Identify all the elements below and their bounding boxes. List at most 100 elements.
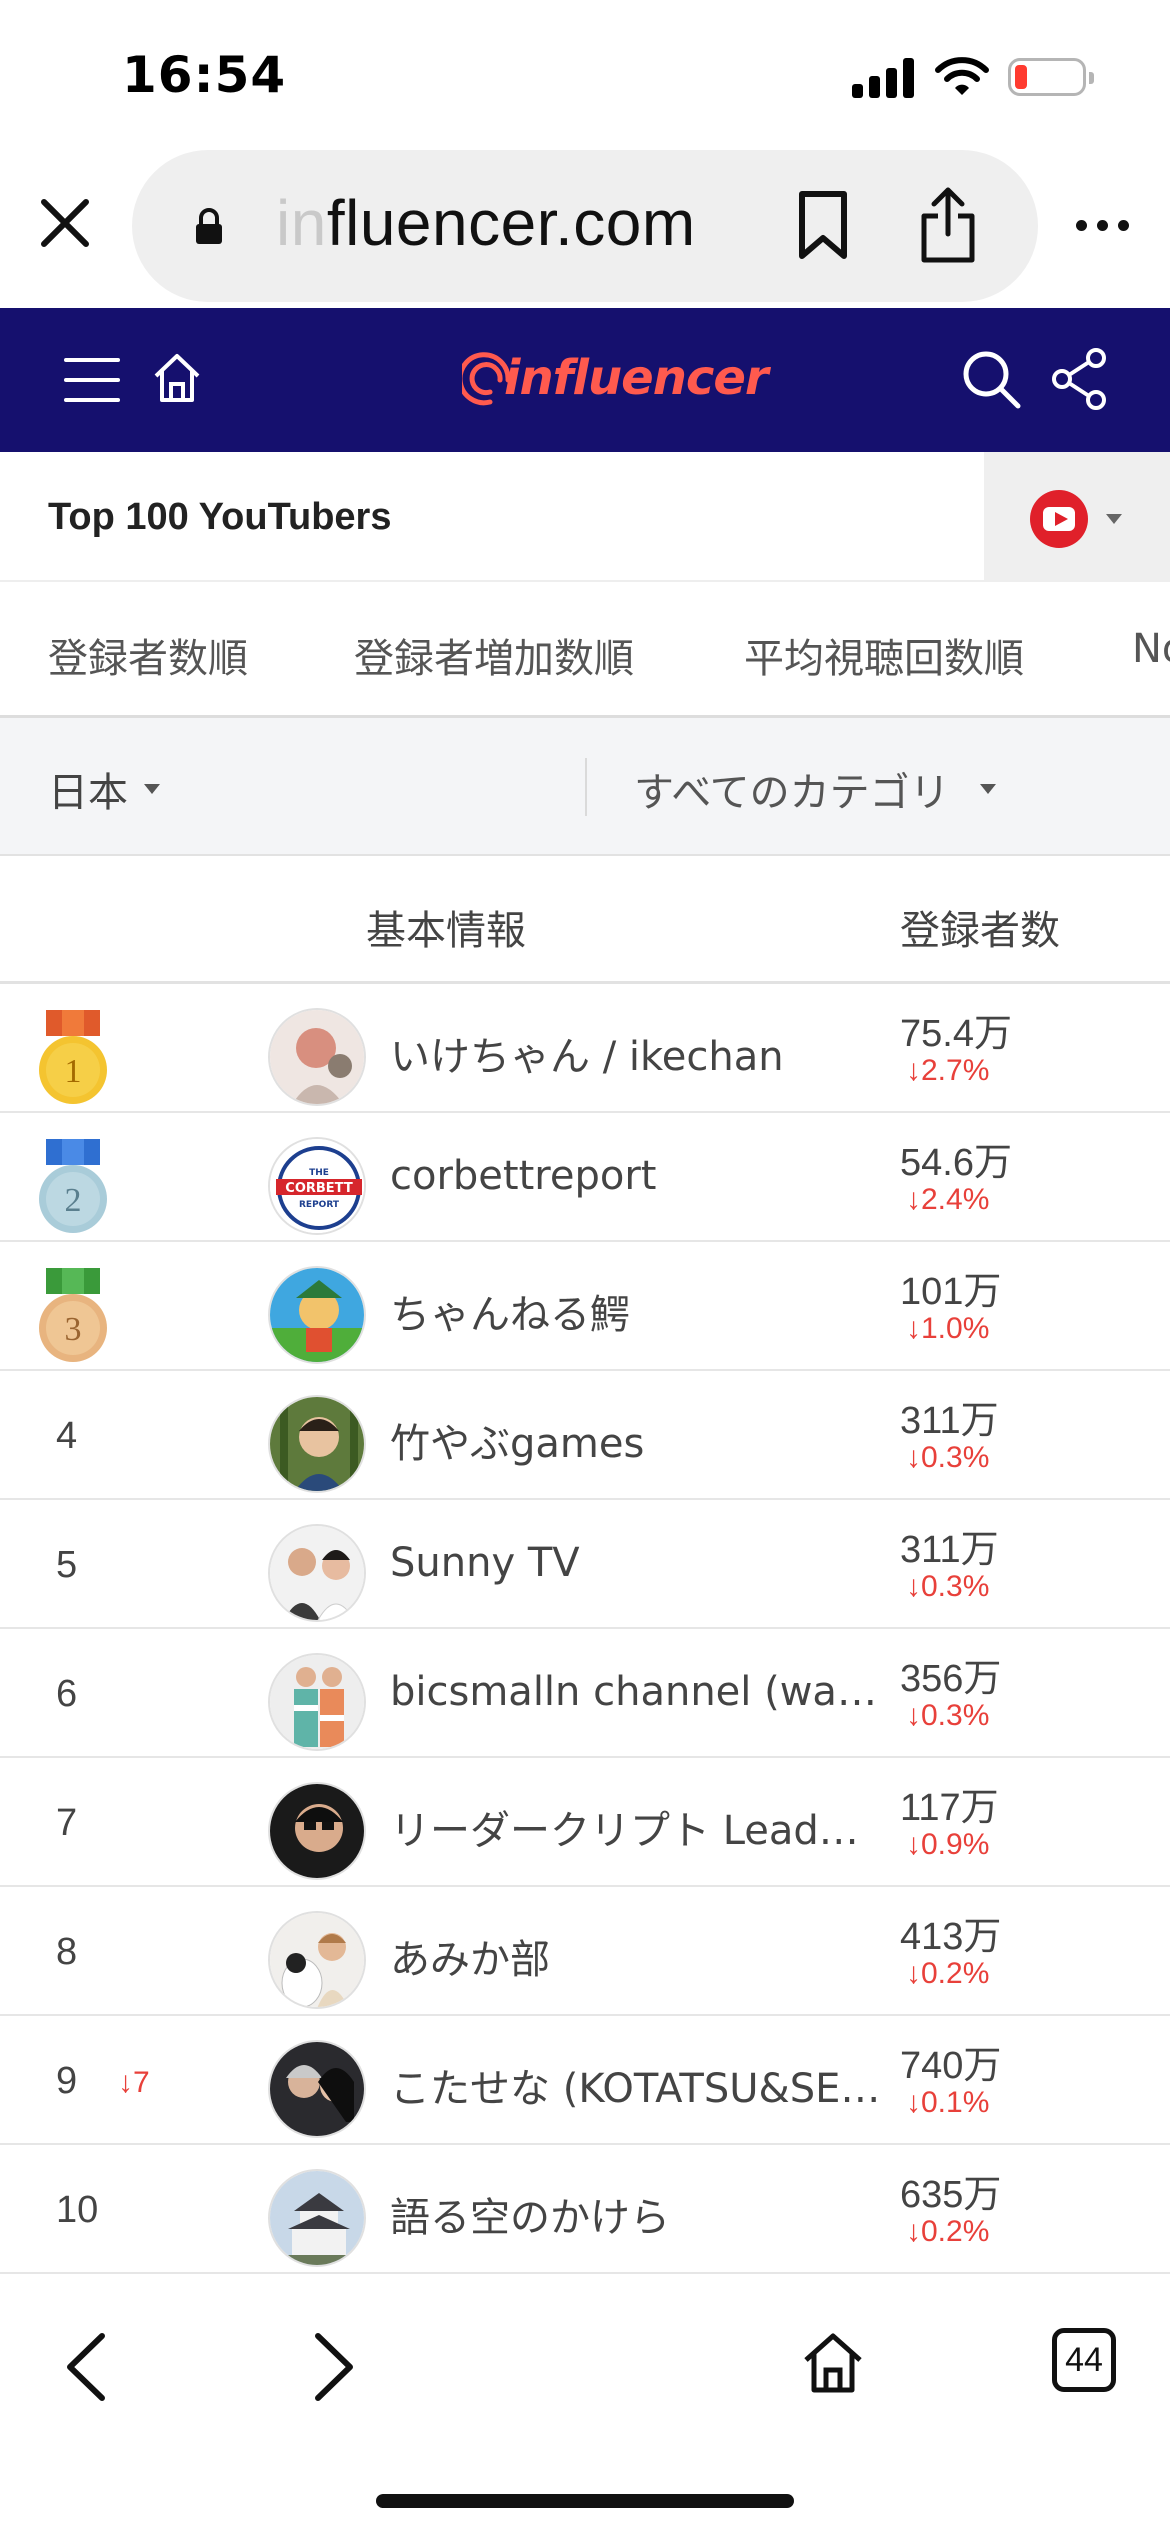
share-nodes-icon[interactable] (1050, 348, 1110, 410)
page-header: Top 100 YouTubers (0, 452, 1170, 582)
column-header-subscribers: 登録者数 (900, 908, 1060, 954)
arrow-down-icon: ↓ (906, 2086, 921, 2119)
arrow-down-icon: ↓ (906, 1828, 921, 1861)
svg-text:THE: THE (309, 1168, 329, 1178)
avatar (268, 1266, 366, 1364)
table-row[interactable]: 9 ↓7 こたせな (KOTATSU&SE… 740万 ↓0.1% (0, 2016, 1170, 2145)
subscriber-count: 311万 (900, 1529, 999, 1571)
browser-toolbar: 44 (0, 2290, 1170, 2532)
rank-change: ↓7 (118, 2066, 150, 2099)
rank-number: 7 (56, 1802, 78, 1844)
menu-icon[interactable] (64, 358, 120, 402)
rank-number: 9 (56, 2060, 78, 2102)
subscriber-count: 117万 (900, 1787, 999, 1829)
ranking-list: 1 いけちゃん / ikechan 75.4万 ↓2.7% 2 THE CORB… (0, 984, 1170, 2274)
table-row[interactable]: 10 語る空のかけら 635万 ↓0.2% (0, 2145, 1170, 2274)
rank-number: 4 (56, 1415, 78, 1457)
home-icon[interactable] (152, 352, 202, 404)
avatar (268, 1524, 366, 1622)
chevron-down-icon (1106, 514, 1122, 524)
close-icon[interactable] (38, 196, 92, 250)
subscriber-count: 54.6万 (900, 1142, 1012, 1184)
table-row[interactable]: 2 THE CORBETT REPORT corbettreport 54.6万… (0, 1113, 1170, 1242)
table-row[interactable]: 7 リーダークリプト Lead… 117万 ↓0.9% (0, 1758, 1170, 1887)
subscriber-count: 75.4万 (900, 1013, 1012, 1055)
tab-average-views[interactable]: 平均視聴回数順 (744, 626, 1024, 684)
cellular-signal-icon (852, 58, 914, 98)
subscriber-delta: ↓0.2% (906, 1957, 990, 1990)
back-arrow-icon[interactable] (64, 2332, 108, 2402)
channel-name: いけちゃん / ikechan (390, 1034, 784, 1080)
channel-name: あみか部 (390, 1937, 550, 1983)
table-row[interactable]: 3 ちゃんねる鰐 101万 ↓1.0% (0, 1242, 1170, 1371)
avatar (268, 1782, 366, 1880)
url-field[interactable]: influencer.com (132, 150, 1038, 302)
svg-text:1: 1 (65, 1053, 82, 1090)
column-header-info: 基本情報 (366, 908, 526, 954)
subscriber-delta: ↓1.0% (906, 1312, 990, 1345)
svg-text:3: 3 (65, 1311, 82, 1348)
bronze-medal-icon: 3 (39, 1268, 107, 1362)
subscriber-delta: ↓2.4% (906, 1183, 990, 1216)
subscriber-delta: ↓0.1% (906, 2086, 990, 2119)
subscriber-delta: ↓0.2% (906, 2215, 990, 2248)
subscriber-count: 413万 (900, 1916, 1002, 1958)
subscriber-delta: ↓0.3% (906, 1441, 990, 1474)
more-options-icon[interactable] (1076, 220, 1130, 232)
arrow-down-icon: ↓ (906, 1054, 921, 1087)
status-bar: 16:54 (0, 0, 1170, 150)
arrow-down-icon: ↓ (906, 1183, 921, 1216)
table-row[interactable]: 6 bicsmalln channel (wan… 356万 ↓0.3% (0, 1629, 1170, 1758)
filter-bar: 日本 すべてのカテゴリ (0, 718, 1170, 856)
url-text: influencer.com (276, 187, 696, 259)
browser-address-bar: influencer.com (0, 150, 1170, 308)
table-row[interactable]: 8 あみか部 413万 ↓0.2% (0, 1887, 1170, 2016)
subscriber-delta: ↓2.7% (906, 1054, 990, 1087)
status-time: 16:54 (122, 46, 287, 104)
arrow-down-icon: ↓ (906, 1441, 921, 1474)
bookmark-icon[interactable] (794, 190, 852, 260)
search-icon[interactable] (960, 348, 1022, 410)
channel-name: リーダークリプト Lead… (390, 1808, 859, 1854)
avatar (268, 2040, 366, 2138)
tab-subscribers[interactable]: 登録者数順 (48, 626, 248, 684)
country-filter[interactable]: 日本 (48, 760, 128, 818)
chevron-down-icon (144, 784, 160, 794)
rank-number: 10 (56, 2189, 99, 2231)
lock-icon (196, 208, 222, 244)
subscriber-count: 740万 (900, 2045, 1002, 2087)
tabs-button[interactable]: 44 (1052, 2328, 1116, 2392)
forward-arrow-icon[interactable] (312, 2332, 356, 2402)
platform-selector[interactable] (984, 452, 1170, 580)
tab-more[interactable]: No (1132, 626, 1170, 672)
youtube-icon (1030, 490, 1088, 548)
tab-subscriber-growth[interactable]: 登録者増加数順 (354, 626, 634, 684)
logo-text: influencer (504, 350, 769, 406)
site-logo[interactable]: influencer (462, 344, 769, 414)
table-row[interactable]: 4 竹やぶgames 311万 ↓0.3% (0, 1371, 1170, 1500)
category-filter[interactable]: すべてのカテゴリ (634, 760, 950, 818)
arrow-down-icon: ↓ (118, 2066, 133, 2099)
share-icon[interactable] (918, 186, 978, 264)
home-icon[interactable] (802, 2332, 864, 2394)
table-row[interactable]: 1 いけちゃん / ikechan 75.4万 ↓2.7% (0, 984, 1170, 1113)
arrow-down-icon: ↓ (906, 2215, 921, 2248)
channel-name: Sunny TV (390, 1540, 580, 1586)
silver-medal-icon: 2 (39, 1139, 107, 1233)
svg-text:CORBETT: CORBETT (285, 1181, 353, 1196)
subscriber-delta: ↓0.3% (906, 1699, 990, 1732)
site-header: influencer (0, 308, 1170, 452)
chevron-down-icon (980, 784, 996, 794)
avatar (268, 1008, 366, 1106)
sort-tabs: 登録者数順 登録者増加数順 平均視聴回数順 No (0, 582, 1170, 718)
subscriber-count: 635万 (900, 2174, 1002, 2216)
rank-number: 6 (56, 1673, 78, 1715)
svg-text:REPORT: REPORT (299, 1200, 340, 1210)
page-title: Top 100 YouTubers (48, 496, 392, 538)
table-row[interactable]: 5 Sunny TV 311万 ↓0.3% (0, 1500, 1170, 1629)
channel-name: 竹やぶgames (390, 1421, 645, 1467)
arrow-down-icon: ↓ (906, 1312, 921, 1345)
arrow-down-icon: ↓ (906, 1699, 921, 1732)
channel-name: 語る空のかけら (390, 2195, 670, 2241)
subscriber-delta: ↓0.9% (906, 1828, 990, 1861)
